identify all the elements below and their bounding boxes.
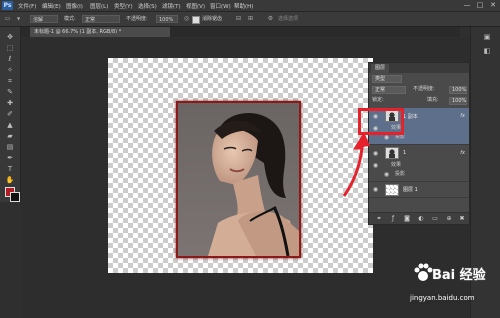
layers-panel-footer: ⚭ ƒ ◙ ◐ ▭ ⊕ ✖ — [369, 212, 469, 224]
menu-filter[interactable]: 滤镜(T) — [162, 2, 181, 10]
search-input[interactable]: 选择选项 — [278, 15, 298, 24]
background-color-swatch[interactable] — [10, 192, 20, 202]
watermark-url: jingyan.baidu.com — [410, 294, 475, 302]
layer-row-layer-1[interactable]: ◉ 图层 1 — [369, 182, 469, 198]
portrait-photo[interactable] — [176, 101, 301, 258]
menu-edit[interactable]: 编辑(E) — [42, 2, 61, 10]
watermark-brand: Bai 经验 — [432, 268, 486, 283]
layer-opacity-input[interactable]: 100% — [449, 86, 467, 94]
antialias-checkbox[interactable] — [192, 16, 200, 24]
link-icon[interactable]: ⚭ — [375, 215, 383, 222]
type-tool-icon[interactable]: T — [4, 165, 16, 174]
gradient-tool-icon[interactable]: ▤ — [4, 143, 16, 152]
tool-preset-icon[interactable]: ▭ — [3, 15, 12, 23]
fx-icon[interactable]: fx — [460, 150, 465, 156]
menu-view[interactable]: 视图(V) — [186, 2, 205, 10]
layer-name: 图层 1 — [403, 187, 418, 193]
align-icon[interactable]: ⊞ — [246, 15, 255, 23]
layer-name: 1 副本 — [403, 114, 418, 120]
baidu-watermark: Bai 经验 jingyan.baidu.com — [410, 262, 500, 318]
layers-panel: 图层 类型 正常 不透明度: 100% 锁定: 填充: 100% ◉ 1 副本 … — [368, 62, 470, 225]
move-tool-icon[interactable]: ✥ — [4, 33, 16, 42]
mask-icon[interactable]: ◙ — [403, 215, 411, 222]
effect-eye-icon[interactable]: ◉ — [383, 171, 390, 178]
document-tab-bar: 未标题-1 @ 66.7% (1 副本, RGB/8) * — [20, 27, 460, 37]
minimize-button[interactable]: — — [462, 1, 472, 9]
menu-window[interactable]: 窗口(W) — [210, 2, 231, 10]
layer-thumbnail — [385, 184, 399, 196]
photoshop-logo: Ps — [2, 1, 13, 10]
maximize-button[interactable]: □ — [475, 1, 485, 9]
folder-icon[interactable]: ▭ — [431, 215, 439, 222]
layer-name: 1 — [403, 150, 407, 156]
toolbox: ✥ ⬚ ℓ ✧ ⌗ ✎ ✚ ✐ ▲ ▰ ▤ ✒ T ✋ — [0, 27, 21, 202]
brush-tool-icon[interactable]: ✐ — [4, 110, 16, 119]
lock-label: 锁定: — [372, 97, 384, 103]
pressure-opacity-icon[interactable]: ◎ — [182, 15, 191, 23]
eraser-tool-icon[interactable]: ▰ — [4, 132, 16, 141]
eyedropper-tool-icon[interactable]: ✎ — [4, 88, 16, 97]
layers-panel-header: 图层 — [369, 63, 469, 73]
menu-type[interactable]: 类型(Y) — [114, 2, 133, 10]
options-bar: ▭ ▼ 溶解 模式: 正常 不透明度: 100% ◎ 消除锯齿 ⊟ ⊞ ⚙ 选择… — [0, 12, 500, 27]
subtract-icon[interactable]: ⊟ — [234, 15, 243, 23]
menu-bar: Ps 文件(F) 编辑(E) 图像(I) 图层(L) 类型(Y) 选择(S) 滤… — [0, 0, 500, 12]
new-layer-icon[interactable]: ⊕ — [445, 215, 453, 222]
fx-icon[interactable]: fx — [460, 113, 465, 119]
crop-tool-icon[interactable]: ⌗ — [4, 77, 16, 86]
history-icon[interactable]: ▣ — [481, 33, 493, 42]
fx-menu-icon[interactable]: ƒ — [389, 215, 397, 222]
pen-tool-icon[interactable]: ✒ — [4, 154, 16, 163]
menu-layer[interactable]: 图层(L) — [90, 2, 108, 10]
effects-label: 效果 — [391, 162, 402, 168]
menu-select[interactable]: 选择(S) — [138, 2, 157, 10]
layer-row-1[interactable]: ◉ 1 fx ◉ 效果 ◉ 投影 — [369, 145, 469, 182]
lasso-tool-icon[interactable]: ℓ — [4, 55, 16, 64]
drop-shadow-effect[interactable]: 投影 — [395, 170, 405, 177]
chevron-down-icon[interactable]: ▼ — [14, 15, 23, 23]
effect-eye-icon[interactable]: ◉ — [383, 134, 390, 141]
trash-icon[interactable]: ✖ — [458, 215, 466, 222]
menu-help[interactable]: 帮助(H) — [234, 2, 253, 10]
tab-layers[interactable]: 图层 — [371, 64, 390, 73]
stamp-tool-icon[interactable]: ▲ — [4, 121, 16, 130]
opacity-input[interactable]: 100% — [156, 15, 178, 23]
layer-thumbnail — [385, 147, 399, 159]
healing-tool-icon[interactable]: ✚ — [4, 99, 16, 108]
layer-opacity-label: 不透明度: — [413, 86, 435, 92]
menu-file[interactable]: 文件(F) — [18, 2, 36, 10]
opacity-label: 不透明度: — [126, 16, 148, 22]
document-tab[interactable]: 未标题-1 @ 66.7% (1 副本, RGB/8) * — [30, 27, 170, 37]
marquee-tool-icon[interactable]: ⬚ — [4, 44, 16, 53]
layer-kind-filter[interactable]: 类型 — [372, 75, 402, 83]
blend-mode-select[interactable]: 正常 — [372, 86, 406, 94]
magic-wand-tool-icon[interactable]: ✧ — [4, 66, 16, 75]
properties-icon[interactable]: ◧ — [481, 47, 493, 56]
settings-icon[interactable]: ⚙ — [266, 15, 275, 23]
menu-image[interactable]: 图像(I) — [66, 2, 83, 10]
brush-select[interactable]: 溶解 — [30, 15, 58, 23]
fill-input[interactable]: 100% — [449, 97, 467, 105]
antialias-label: 消除锯齿 — [202, 16, 223, 22]
adjustment-icon[interactable]: ◐ — [417, 215, 425, 222]
mode-select[interactable]: 正常 — [82, 15, 120, 23]
portrait-image — [178, 103, 299, 256]
fill-label: 填充: — [427, 97, 439, 103]
close-button[interactable]: ✕ — [488, 1, 498, 9]
mode-label: 模式: — [64, 16, 76, 22]
paw-logo-icon — [414, 263, 433, 281]
hand-tool-icon[interactable]: ✋ — [4, 176, 16, 185]
arrow-annotation — [342, 132, 370, 197]
